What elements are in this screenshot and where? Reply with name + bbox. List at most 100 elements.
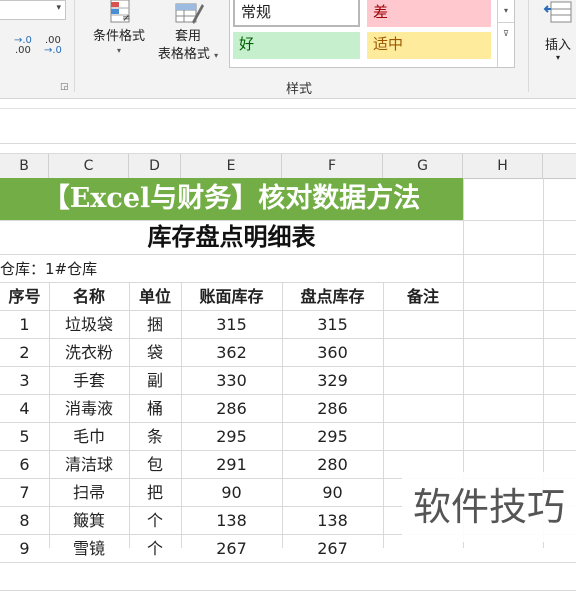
scroll-down-icon[interactable]: ▾ xyxy=(498,0,514,23)
cell-index[interactable]: 6 xyxy=(0,451,49,479)
cell-name[interactable]: 垃圾袋 xyxy=(49,311,129,339)
column-header-d[interactable]: D xyxy=(129,154,181,178)
cell-remark[interactable] xyxy=(383,311,463,339)
cell-styles-gallery: 常规 差 好 适中 ▾ ⊽ xyxy=(229,0,515,68)
cell-book-stock[interactable]: 315 xyxy=(181,311,282,339)
group-separator xyxy=(528,0,529,92)
cell-book-stock[interactable]: 295 xyxy=(181,423,282,451)
cell-book-stock[interactable]: 362 xyxy=(181,339,282,367)
insert-icon xyxy=(540,0,576,30)
header-name[interactable]: 名称 xyxy=(49,283,129,311)
styles-group-label: 样式 xyxy=(286,82,313,97)
decrease-decimal-button[interactable]: →.0 .00 xyxy=(14,36,32,56)
cell-book-stock[interactable]: 291 xyxy=(181,451,282,479)
dialog-launcher-icon[interactable]: ◲ xyxy=(60,82,69,92)
column-header-b[interactable]: B xyxy=(0,154,49,178)
cell-unit[interactable]: 桶 xyxy=(129,395,181,423)
format-as-table-icon xyxy=(172,0,204,28)
cell-name[interactable]: 扫帚 xyxy=(49,479,129,507)
chevron-down-icon: ▾ xyxy=(56,3,61,13)
cell-index[interactable]: 9 xyxy=(0,535,49,563)
conditional-format-icon: ≠ xyxy=(103,0,135,28)
cell-index[interactable]: 7 xyxy=(0,479,49,507)
header-remark[interactable]: 备注 xyxy=(383,283,463,311)
column-headers: B C D E F G H xyxy=(0,153,576,179)
chevron-down-icon: ▾ xyxy=(116,46,121,55)
column-header-f[interactable]: F xyxy=(282,154,383,178)
cell-remark[interactable] xyxy=(383,423,463,451)
chevron-down-icon: ▾ xyxy=(555,53,560,62)
column-header-e[interactable]: E xyxy=(181,154,282,178)
header-count-stock[interactable]: 盘点库存 xyxy=(282,283,383,311)
cell-name[interactable]: 清洁球 xyxy=(49,451,129,479)
cell-unit[interactable]: 个 xyxy=(129,535,181,563)
cell-unit[interactable]: 捆 xyxy=(129,311,181,339)
cell-index[interactable]: 4 xyxy=(0,395,49,423)
more-styles-icon[interactable]: ⊽ xyxy=(498,23,514,45)
cell-book-stock[interactable]: 286 xyxy=(181,395,282,423)
header-unit[interactable]: 单位 xyxy=(129,283,181,311)
cell-unit[interactable]: 袋 xyxy=(129,339,181,367)
gallery-scrollbar[interactable]: ▾ ⊽ xyxy=(497,0,514,67)
column-header-h[interactable]: H xyxy=(463,154,543,178)
cell-remark[interactable] xyxy=(383,339,463,367)
cell-remark[interactable] xyxy=(383,395,463,423)
cell-unit[interactable]: 副 xyxy=(129,367,181,395)
header-book-stock[interactable]: 账面库存 xyxy=(181,283,282,311)
format-as-table-label-1: 套用 xyxy=(174,29,201,44)
cell-index[interactable]: 3 xyxy=(0,367,49,395)
cell-count-stock[interactable]: 138 xyxy=(282,507,383,535)
cell-count-stock[interactable]: 280 xyxy=(282,451,383,479)
cell-name[interactable]: 洗衣粉 xyxy=(49,339,129,367)
cell-count-stock[interactable]: 329 xyxy=(282,367,383,395)
cell-name[interactable]: 消毒液 xyxy=(49,395,129,423)
banner-title[interactable]: 【Excel与财务】核对数据方法 xyxy=(0,178,463,220)
cell-unit[interactable]: 条 xyxy=(129,423,181,451)
cell-unit[interactable]: 个 xyxy=(129,507,181,535)
cell-count-stock[interactable]: 360 xyxy=(282,339,383,367)
cell-book-stock[interactable]: 138 xyxy=(181,507,282,535)
style-normal[interactable]: 常规 xyxy=(233,0,360,27)
cell-book-stock[interactable]: 330 xyxy=(181,367,282,395)
chevron-down-icon: ▾ xyxy=(214,51,219,60)
warehouse-label[interactable]: 仓库：1#仓库 xyxy=(0,256,97,282)
cell-index[interactable]: 1 xyxy=(0,311,49,339)
format-as-table-button[interactable]: 套用 表格格式 ▾ xyxy=(152,0,224,65)
column-header-c[interactable]: C xyxy=(49,154,129,178)
format-as-table-label-2-row: 表格格式 ▾ xyxy=(152,46,224,65)
cell-count-stock[interactable]: 267 xyxy=(282,535,383,563)
cell-name[interactable]: 手套 xyxy=(49,367,129,395)
ribbon: ▾ →.0 .00 .00 →.0 ◲ ≠ 条件格式 ▾ 套用 表格格式 ▾ 常… xyxy=(0,0,576,99)
column-header-i[interactable] xyxy=(543,154,576,178)
cell-name[interactable]: 毛巾 xyxy=(49,423,129,451)
header-index[interactable]: 序号 xyxy=(0,283,49,311)
cell-count-stock[interactable]: 295 xyxy=(282,423,383,451)
number-format-dropdown[interactable]: ▾ xyxy=(0,0,66,20)
group-separator xyxy=(74,0,75,92)
sheet-title[interactable]: 库存盘点明细表 xyxy=(0,221,463,254)
cell-unit[interactable]: 包 xyxy=(129,451,181,479)
increase-decimal-button[interactable]: .00 →.0 xyxy=(44,36,62,56)
increase-decimal-icon: →.0 xyxy=(44,45,62,56)
column-header-g[interactable]: G xyxy=(383,154,463,178)
cell-count-stock[interactable]: 90 xyxy=(282,479,383,507)
style-good[interactable]: 好 xyxy=(233,32,360,59)
svg-text:≠: ≠ xyxy=(122,13,130,24)
cell-name[interactable]: 雪镜 xyxy=(49,535,129,563)
format-as-table-label-2: 表格格式 xyxy=(157,47,210,62)
cell-count-stock[interactable]: 286 xyxy=(282,395,383,423)
style-neutral[interactable]: 适中 xyxy=(367,32,491,59)
cell-book-stock[interactable]: 267 xyxy=(181,535,282,563)
cell-index[interactable]: 8 xyxy=(0,507,49,535)
cell-remark[interactable] xyxy=(383,367,463,395)
insert-button[interactable]: 插入 ▾ xyxy=(540,0,576,62)
cell-name[interactable]: 簸箕 xyxy=(49,507,129,535)
cell-unit[interactable]: 把 xyxy=(129,479,181,507)
cell-index[interactable]: 2 xyxy=(0,339,49,367)
cell-index[interactable]: 5 xyxy=(0,423,49,451)
cell-count-stock[interactable]: 315 xyxy=(282,311,383,339)
formula-bar[interactable] xyxy=(0,108,576,144)
cell-book-stock[interactable]: 90 xyxy=(181,479,282,507)
style-bad[interactable]: 差 xyxy=(367,0,491,27)
conditional-format-button[interactable]: ≠ 条件格式 ▾ xyxy=(86,0,152,55)
